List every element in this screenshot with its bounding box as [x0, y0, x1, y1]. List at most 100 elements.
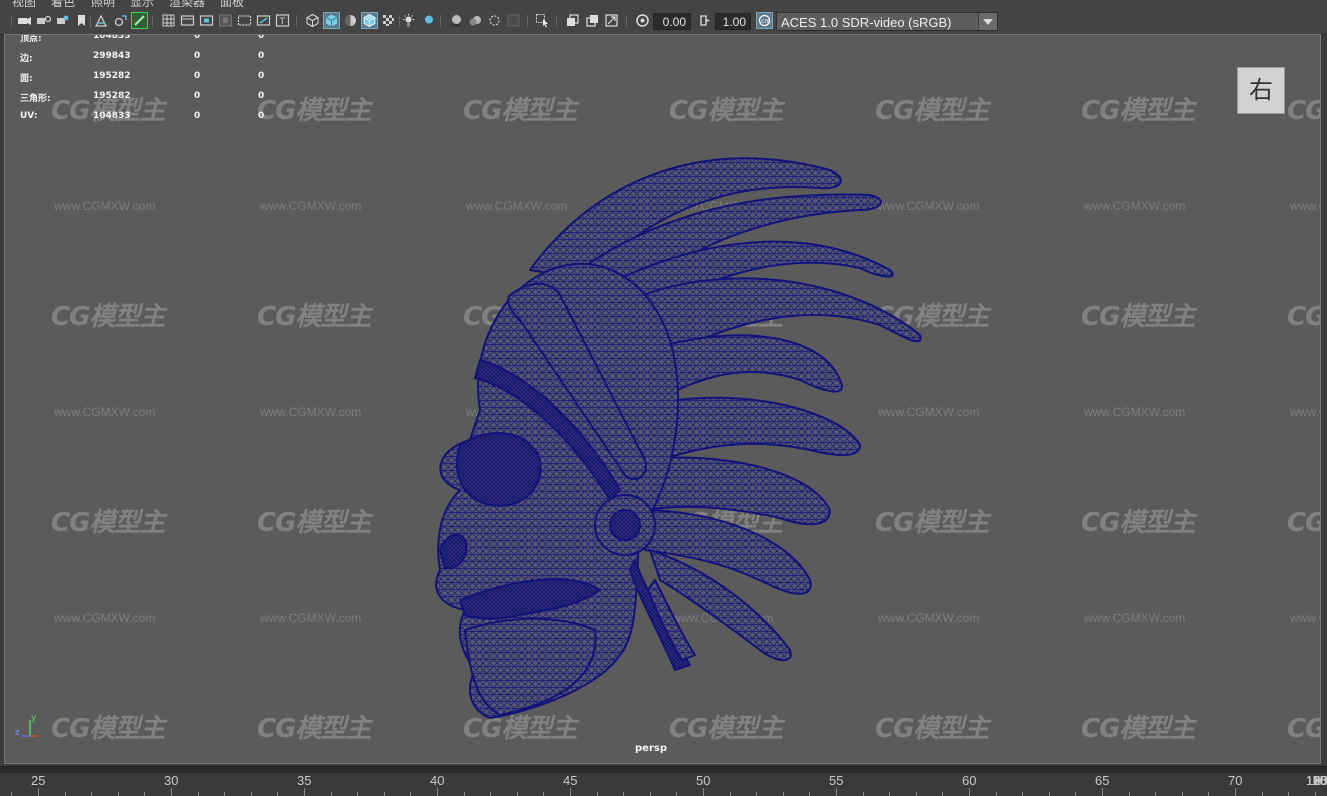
watermark-logo: CG模型主 — [1287, 714, 1320, 744]
camera-icon[interactable] — [17, 13, 32, 28]
skull-headdress-wireframe-model[interactable] — [420, 110, 930, 730]
hud-value: 0 — [258, 35, 265, 41]
grease-pencil-icon[interactable] — [94, 13, 109, 28]
hud-value: 0 — [194, 91, 201, 101]
watermark-logo: CG模型主 — [1287, 96, 1320, 126]
axis-gizmo: y z — [15, 713, 38, 738]
hud-row-triangles: 三角形: 195282 0 0 — [20, 91, 320, 104]
xray-joints-icon[interactable] — [585, 13, 600, 28]
grid-icon[interactable] — [161, 13, 176, 28]
color-space-dropdown[interactable]: ACES 1.0 SDR-video (sRGB) — [776, 12, 998, 31]
camera-name-label: persp — [635, 743, 667, 754]
xray-icon[interactable] — [565, 13, 580, 28]
wireframe-on-shaded-icon[interactable] — [361, 12, 378, 29]
ruler-frame-label: 120 — [1306, 773, 1327, 788]
gamma-field[interactable]: 1.00 — [715, 13, 751, 30]
ruler-tick — [11, 792, 12, 796]
toolbar-separator — [527, 15, 528, 27]
gamma-icon[interactable] — [698, 13, 713, 28]
hud-value: 0 — [194, 51, 201, 61]
watermark-logo: CG模型主 — [257, 714, 371, 744]
default-material-icon[interactable] — [343, 13, 358, 28]
ruler-tick — [942, 792, 943, 796]
hud-value: 104833 — [93, 111, 131, 121]
field-chart-icon[interactable] — [237, 13, 252, 28]
film-gate-icon[interactable] — [180, 13, 195, 28]
ruler-frame-label: 55 — [829, 773, 844, 788]
2d-pan-zoom-icon[interactable] — [113, 13, 128, 28]
ruler-frame-label: 60 — [962, 773, 977, 788]
resolution-gate-icon[interactable] — [199, 13, 214, 28]
ruler-tick — [676, 792, 677, 796]
ruler-tick — [863, 792, 864, 796]
ruler-tick — [996, 792, 997, 796]
multisample-aa-icon[interactable] — [487, 13, 502, 28]
hud-value: 0 — [258, 91, 265, 101]
ruler-tick — [357, 792, 358, 796]
grease-pencil-tool-icon[interactable] — [131, 12, 148, 29]
ruler-frame-label: 25 — [31, 773, 46, 788]
ruler-tick — [1315, 792, 1316, 796]
ruler-tick — [224, 792, 225, 796]
watermark-url: www.CGMXW.com — [54, 405, 156, 419]
panel-toolbar: T 0.00 1.00 cm ACES 1.0 SDR-video (sRGB) — [0, 7, 1327, 35]
axis-y-label: y — [31, 713, 37, 723]
backface-culling-icon[interactable] — [604, 13, 619, 28]
watermark-logo: CG模型主 — [1081, 508, 1195, 538]
toolbar-separator — [296, 15, 297, 27]
viewport-persp[interactable]: CG模型主 CG模型主 CG模型主 CG模型主 CG模型主 CG模型主 CG模型主 CG模型主… — [5, 35, 1320, 763]
wireframe-icon[interactable] — [305, 13, 320, 28]
ruler-frame-label: 65 — [1095, 773, 1110, 788]
ruler-tick — [730, 792, 731, 796]
hud-value: 0 — [194, 71, 201, 81]
shadows-icon[interactable] — [420, 13, 435, 28]
view-transform-icon[interactable]: cm — [756, 12, 773, 29]
color-space-value: ACES 1.0 SDR-video (sRGB) — [781, 15, 952, 30]
hud-label: 三角形: — [20, 94, 51, 104]
screen-space-ao-icon[interactable] — [449, 13, 464, 28]
watermark-logo: CG模型主 — [1287, 302, 1320, 332]
ruler-tick — [1155, 792, 1156, 796]
ruler-frame-label: 70 — [1228, 773, 1243, 788]
ruler-tick — [889, 792, 890, 796]
textured-icon[interactable] — [381, 13, 396, 28]
toolbar-separator — [440, 15, 441, 27]
time-ruler[interactable]: 25 30 35 40 45 50 55 60 65 70 75 80 85 90 95 100 105 110 1… — [0, 773, 1327, 796]
hud-value: 299843 — [93, 51, 131, 61]
time-slider[interactable]: 25 30 35 40 45 50 55 60 65 70 75 80 85 90 95 100 105 110 1… — [0, 766, 1327, 796]
depth-of-field-icon[interactable] — [506, 13, 521, 28]
hud-value: 0 — [194, 35, 201, 41]
hud-label: 面: — [20, 74, 33, 84]
safe-title-icon[interactable]: T — [275, 13, 290, 28]
chevron-down-icon[interactable] — [978, 13, 997, 30]
view-cube-right[interactable]: 右 — [1237, 67, 1285, 114]
camera-attributes-icon[interactable] — [36, 13, 51, 28]
toolbar-separator — [11, 15, 12, 27]
exposure-field[interactable]: 0.00 — [653, 13, 691, 30]
svg-text:T: T — [279, 17, 286, 27]
ruler-frame-label: 30 — [164, 773, 179, 788]
isolate-select-icon[interactable] — [535, 13, 550, 28]
gate-mask-icon[interactable] — [218, 13, 233, 28]
ruler-tick — [251, 792, 252, 796]
smooth-shade-icon[interactable] — [323, 12, 340, 29]
hud-label: 顶点: — [20, 35, 42, 44]
ruler-tick — [1129, 792, 1130, 796]
image-plane-icon[interactable] — [74, 13, 89, 28]
ruler-tick — [410, 792, 411, 796]
toolbar-separator — [626, 15, 627, 27]
ruler-tick — [118, 792, 119, 796]
use-all-lights-icon[interactable] — [401, 13, 416, 28]
hud-row-edges: 边: 299843 0 0 — [20, 51, 320, 64]
watermark-url: www.CGMXW.com — [54, 199, 156, 213]
ruler-tick — [543, 792, 544, 796]
hud-row-uvs: UV: 104833 0 0 — [20, 111, 320, 123]
motion-blur-icon[interactable] — [468, 13, 483, 28]
safe-action-icon[interactable] — [256, 13, 271, 28]
svg-text:cm: cm — [761, 18, 770, 25]
ruler-tick — [1208, 792, 1209, 796]
bookmark-icon[interactable] — [55, 13, 70, 28]
exposure-icon[interactable] — [635, 13, 650, 28]
watermark-logo: CG模型主 — [51, 302, 165, 332]
ruler-tick — [1288, 792, 1289, 796]
